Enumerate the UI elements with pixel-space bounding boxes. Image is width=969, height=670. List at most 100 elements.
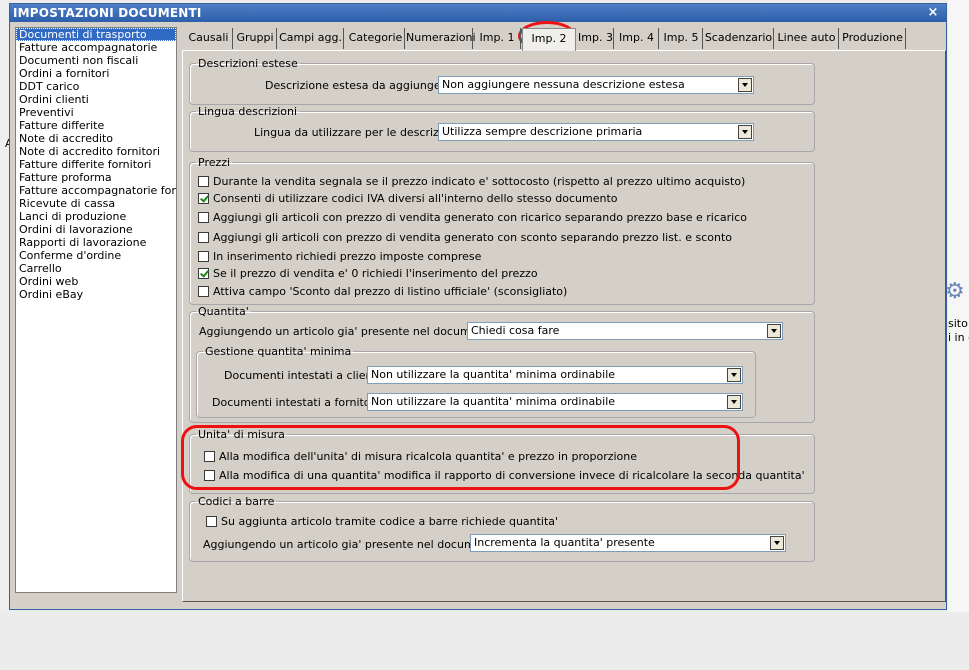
document-type-list[interactable]: Documenti di trasporto Fatture accompagna…	[15, 27, 177, 593]
tab-produzione[interactable]: Produzione	[840, 28, 906, 49]
background-bottom	[0, 612, 969, 670]
checkbox-label: Attiva campo 'Sconto dal prezzo di listi…	[213, 285, 568, 298]
barre-value: Incrementa la quantita' presente	[474, 536, 655, 549]
checkbox-row[interactable]: Consenti di utilizzare codici IVA divers…	[198, 192, 618, 206]
checkbox-box[interactable]	[204, 451, 215, 462]
checkbox-box[interactable]	[198, 251, 209, 262]
tab-scadenzario[interactable]: Scadenzario	[704, 28, 774, 49]
doc-list-item[interactable]: Rapporti di lavorazione	[16, 236, 176, 249]
checkbox-label: Alla modifica di una quantita' modifica …	[219, 469, 805, 482]
doc-list-item[interactable]: Ordini a fornitori	[16, 67, 176, 80]
doc-list-item[interactable]: Carrello	[16, 262, 176, 275]
quantita-select[interactable]: Chiedi cosa fare	[467, 322, 783, 340]
checkbox-box[interactable]	[198, 193, 209, 204]
doc-list-item[interactable]: DDT carico	[16, 80, 176, 93]
tab-imp-5[interactable]: Imp. 5	[660, 28, 703, 49]
doc-list-item[interactable]: Fatture accompagnatorie fornito	[16, 184, 176, 197]
doc-list-item[interactable]: Ordini eBay	[16, 288, 176, 301]
tab-imp-1[interactable]: Imp. 1	[474, 28, 521, 49]
chevron-down-icon[interactable]	[727, 368, 741, 382]
group-legend: Unita' di misura	[198, 428, 285, 441]
descrizione-label: Descrizione estesa da aggiungere :	[265, 79, 459, 92]
checkbox-row[interactable]: Alla modifica di una quantita' modifica …	[204, 469, 805, 483]
checkbox-box[interactable]	[198, 268, 209, 279]
clienti-value: Non utilizzare la quantita' minima ordin…	[371, 368, 616, 381]
clienti-label: Documenti intestati a clienti :	[224, 369, 388, 382]
group-legend: Prezzi	[198, 156, 231, 169]
doc-list-item[interactable]: Note di accredito fornitori	[16, 145, 176, 158]
group-legend: Gestione quantita' minima	[205, 345, 352, 358]
checkbox-label: Consenti di utilizzare codici IVA divers…	[213, 192, 618, 205]
doc-list-item[interactable]: Preventivi	[16, 106, 176, 119]
barre-checkbox-label: Su aggiunta articolo tramite codice a ba…	[221, 515, 559, 528]
checkbox-box[interactable]	[198, 232, 209, 243]
tab-gruppi[interactable]: Gruppi	[234, 28, 277, 49]
quantita-label: Aggiungendo un articolo gia' presente ne…	[199, 325, 503, 338]
chevron-down-icon[interactable]	[738, 125, 752, 139]
checkbox-box[interactable]	[198, 176, 209, 187]
checkbox-row[interactable]: Aggiungi gli articoli con prezzo di vend…	[198, 211, 747, 225]
barre-select[interactable]: Incrementa la quantita' presente	[470, 534, 786, 552]
checkbox-row[interactable]: Durante la vendita segnala se il prezzo …	[198, 175, 745, 189]
tab-campi-agg[interactable]: Campi agg.	[278, 28, 344, 49]
clienti-select[interactable]: Non utilizzare la quantita' minima ordin…	[367, 366, 743, 384]
tab-categorie[interactable]: Categorie	[347, 28, 405, 49]
checkbox-box[interactable]	[204, 470, 215, 481]
barre-label: Aggiungendo un articolo gia' presente ne…	[203, 538, 507, 551]
lingua-value: Utilizza sempre descrizione primaria	[442, 125, 643, 138]
background-link-text: sito	[948, 317, 968, 330]
doc-list-item[interactable]: Ricevute di cassa	[16, 197, 176, 210]
chevron-down-icon[interactable]	[738, 78, 752, 92]
fornitori-value: Non utilizzare la quantita' minima ordin…	[371, 395, 616, 408]
checkbox-label: Aggiungi gli articoli con prezzo di vend…	[213, 231, 733, 244]
tab-imp-2[interactable]: Imp. 2	[522, 28, 576, 51]
chevron-down-icon[interactable]	[770, 536, 784, 550]
tab-causali[interactable]: Causali	[185, 28, 233, 49]
doc-list-item[interactable]: Fatture accompagnatorie	[16, 41, 176, 54]
checkbox-row[interactable]: Aggiungi gli articoli con prezzo di vend…	[198, 231, 732, 245]
checkbox-row[interactable]: Attiva campo 'Sconto dal prezzo di listi…	[198, 285, 567, 299]
doc-list-item[interactable]: Ordini web	[16, 275, 176, 288]
close-icon[interactable]: ×	[926, 4, 940, 22]
checkbox-label: Se il prezzo di vendita e' 0 richiedi l'…	[213, 267, 538, 280]
tab-imp-3[interactable]: Imp. 3	[578, 28, 614, 49]
doc-list-item[interactable]: Fatture differite fornitori	[16, 158, 176, 171]
lingua-select[interactable]: Utilizza sempre descrizione primaria	[438, 123, 754, 141]
doc-list-item[interactable]: Documenti di trasporto	[16, 28, 176, 41]
checkbox-label: Aggiungi gli articoli con prezzo di vend…	[213, 211, 747, 224]
checkbox-row[interactable]: In inserimento richiedi prezzo imposte c…	[198, 250, 481, 264]
doc-list-item[interactable]: Conferme d'ordine	[16, 249, 176, 262]
tab-imp-4[interactable]: Imp. 4	[615, 28, 659, 49]
group-legend: Descrizioni estese	[198, 57, 298, 70]
doc-list-item[interactable]: Fatture proforma	[16, 171, 176, 184]
doc-list-item[interactable]: Documenti non fiscali	[16, 54, 176, 67]
doc-list-item[interactable]: Lanci di produzione	[16, 210, 176, 223]
window-title: IMPOSTAZIONI DOCUMENTI	[10, 4, 946, 22]
doc-list-item[interactable]: Ordini clienti	[16, 93, 176, 106]
tab-linee-auto[interactable]: Linee auto	[775, 28, 839, 49]
lingua-label: Lingua da utilizzare per le descrizioni …	[254, 126, 466, 139]
doc-list-item[interactable]: Note di accredito	[16, 132, 176, 145]
checkbox-label: Durante la vendita segnala se il prezzo …	[213, 175, 746, 188]
gear-icon[interactable]: ⚙	[945, 281, 965, 303]
checkbox-label: Alla modifica dell'unita' di misura rica…	[219, 450, 638, 463]
barre-checkbox[interactable]: Su aggiunta articolo tramite codice a ba…	[206, 515, 558, 529]
chevron-down-icon[interactable]	[767, 324, 781, 338]
group-legend: Lingua descrizioni	[198, 105, 298, 118]
checkbox-row[interactable]: Alla modifica dell'unita' di misura rica…	[204, 450, 637, 464]
checkbox-row[interactable]: Se il prezzo di vendita e' 0 richiedi l'…	[198, 267, 538, 281]
quantita-value: Chiedi cosa fare	[471, 324, 560, 337]
fornitori-select[interactable]: Non utilizzare la quantita' minima ordin…	[367, 393, 743, 411]
tab-numerazioni[interactable]: Numerazioni	[406, 28, 476, 49]
checkbox-box[interactable]	[198, 286, 209, 297]
doc-list-item[interactable]: Fatture differite	[16, 119, 176, 132]
descrizione-select[interactable]: Non aggiungere nessuna descrizione estes…	[438, 76, 754, 94]
background-link-text-2: i in c	[948, 331, 969, 344]
checkbox-box[interactable]	[206, 516, 217, 527]
group-legend: Codici a barre	[198, 495, 275, 508]
doc-list-item[interactable]: Ordini di lavorazione	[16, 223, 176, 236]
checkbox-box[interactable]	[198, 212, 209, 223]
checkbox-label: In inserimento richiedi prezzo imposte c…	[213, 250, 482, 263]
chevron-down-icon[interactable]	[727, 395, 741, 409]
background-left	[0, 0, 9, 612]
